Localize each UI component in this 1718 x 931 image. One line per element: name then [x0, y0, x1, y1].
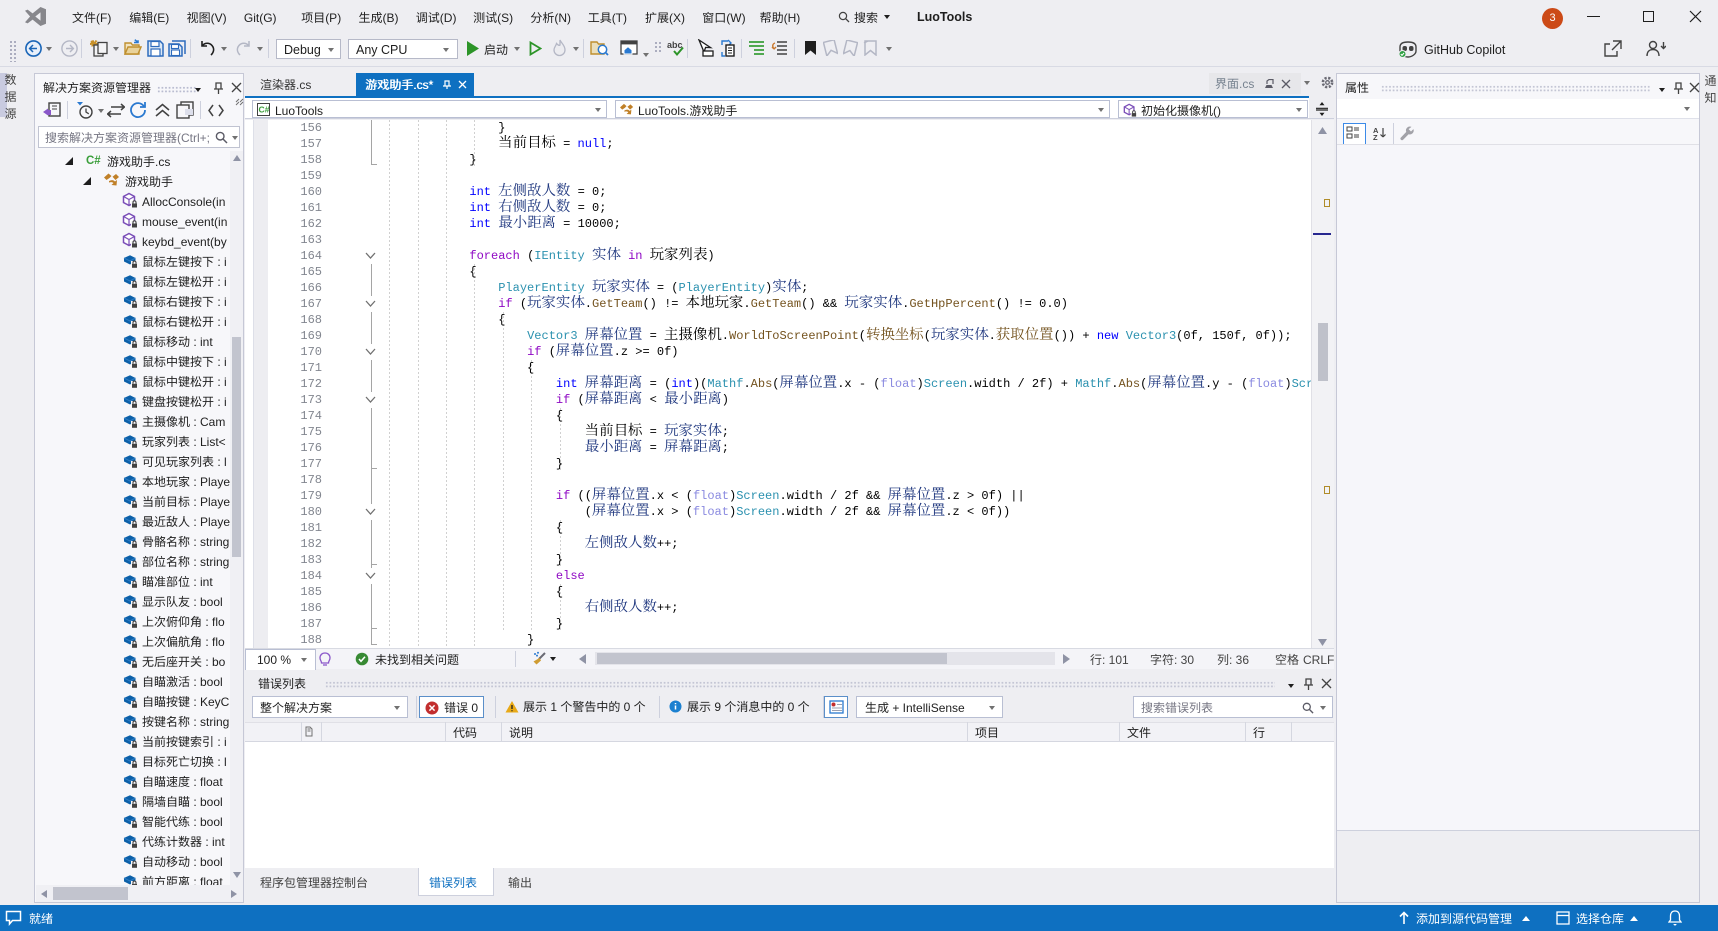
svg-text:C#: C#: [259, 105, 270, 115]
svg-text:abc: abc: [667, 40, 683, 50]
svg-text:Z: Z: [1373, 133, 1378, 140]
